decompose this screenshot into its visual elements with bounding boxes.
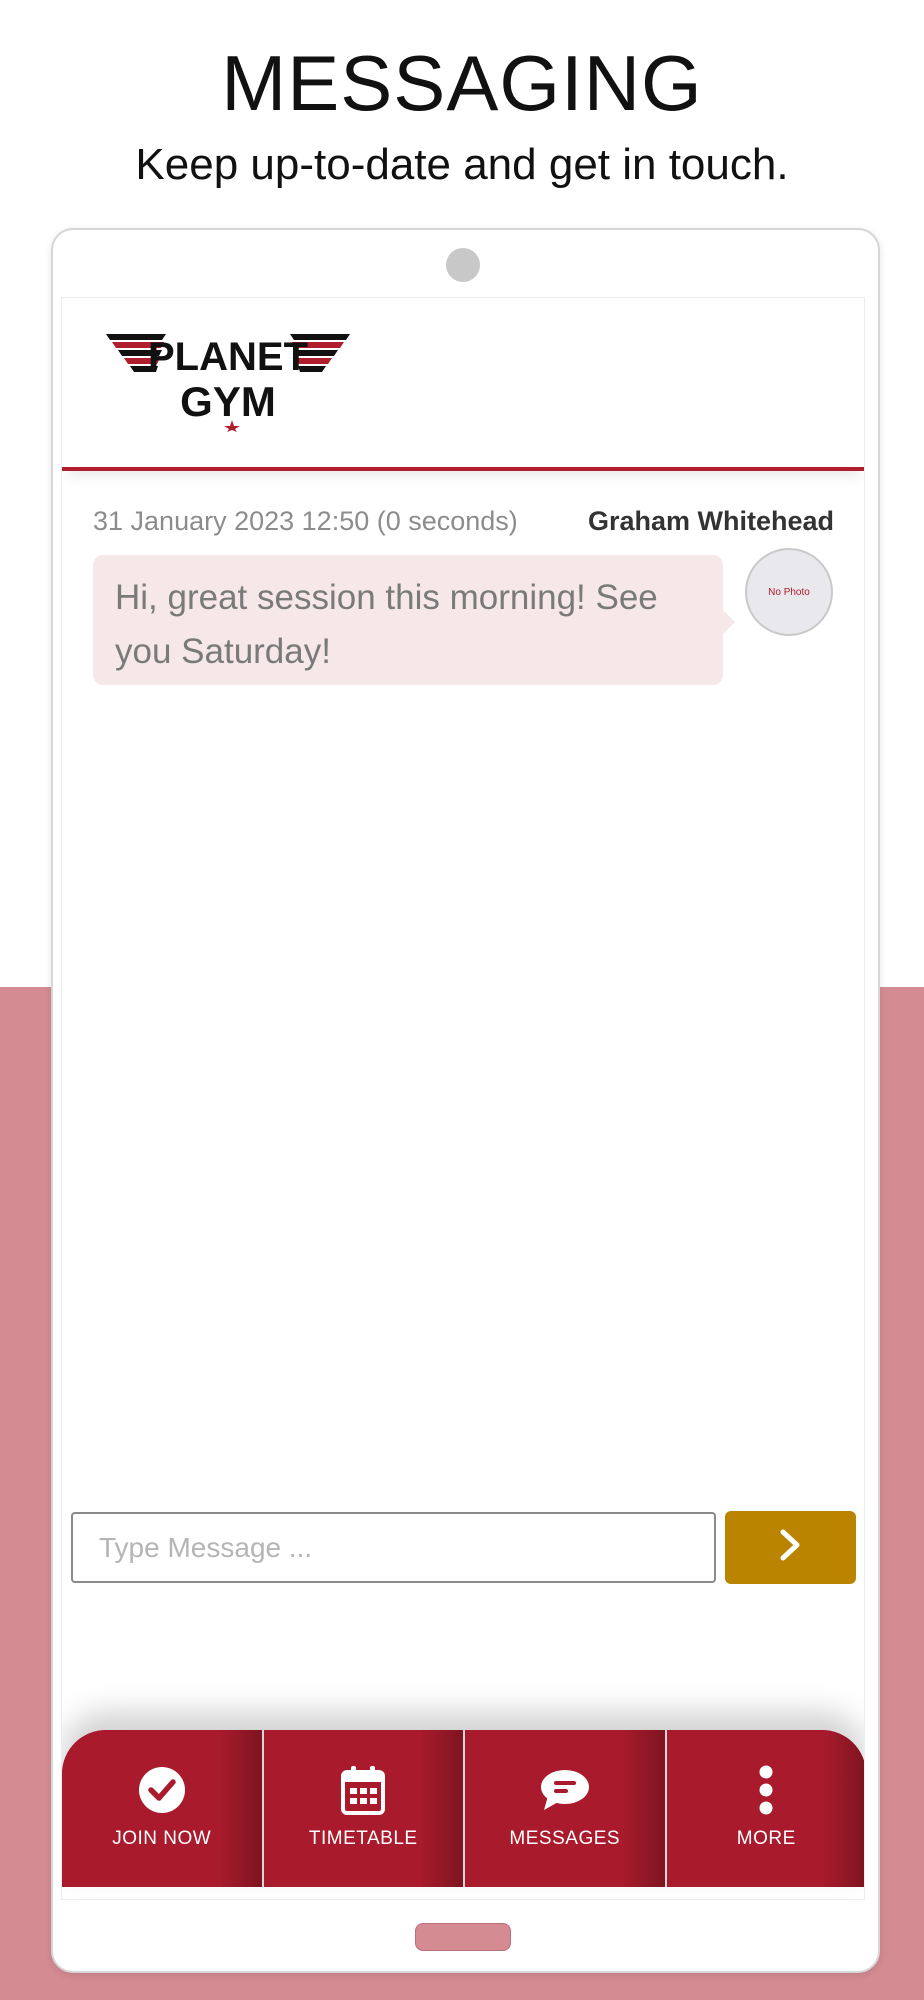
tab-label: MORE: [736, 1828, 796, 1849]
tab-join-now[interactable]: JOIN NOW: [62, 1730, 262, 1887]
more-vertical-icon: [740, 1764, 792, 1816]
tab-label: TIMETABLE: [308, 1828, 418, 1849]
app-screen: PLANET GYM 31 January 2023 12:50 (0 seco…: [61, 297, 865, 1900]
home-indicator[interactable]: [415, 1923, 511, 1951]
avatar-text: No Photo: [768, 586, 810, 598]
tab-more[interactable]: MORE: [664, 1730, 864, 1887]
page-headline: MESSAGING: [221, 39, 703, 127]
tab-timetable[interactable]: TIMETABLE: [261, 1730, 463, 1887]
chevron-right-icon: [778, 1528, 804, 1567]
tab-label: JOIN NOW: [112, 1828, 212, 1849]
logo-text-planet: PLANET: [148, 335, 308, 379]
phone-frame: PLANET GYM 31 January 2023 12:50 (0 seco…: [51, 228, 880, 1973]
bubble-tail: [723, 610, 735, 634]
send-button[interactable]: [725, 1511, 856, 1584]
chat-bubble-icon: [539, 1764, 591, 1816]
avatar: No Photo: [745, 548, 833, 636]
message-input[interactable]: [71, 1512, 716, 1583]
app-header: PLANET GYM: [62, 298, 864, 471]
tab-label: MESSAGES: [509, 1828, 621, 1849]
message-bubble: Hi, great session this morning! See you …: [93, 555, 723, 685]
camera-dot: [446, 248, 480, 282]
page-subheadline: Keep up-to-date and get in touch.: [135, 140, 789, 189]
message-timestamp: 31 January 2023 12:50 (0 seconds): [93, 506, 518, 536]
tab-messages[interactable]: MESSAGES: [463, 1730, 665, 1887]
bottom-tab-bar: JOIN NOW TIMETABLE MESSAGES MORE: [62, 1730, 864, 1887]
check-circle-icon: [136, 1764, 188, 1816]
logo-text-gym: GYM: [180, 378, 276, 425]
planet-gym-logo[interactable]: PLANET GYM: [106, 332, 350, 432]
message-sender: Graham Whitehead: [587, 506, 834, 536]
calendar-icon: [337, 1764, 389, 1816]
